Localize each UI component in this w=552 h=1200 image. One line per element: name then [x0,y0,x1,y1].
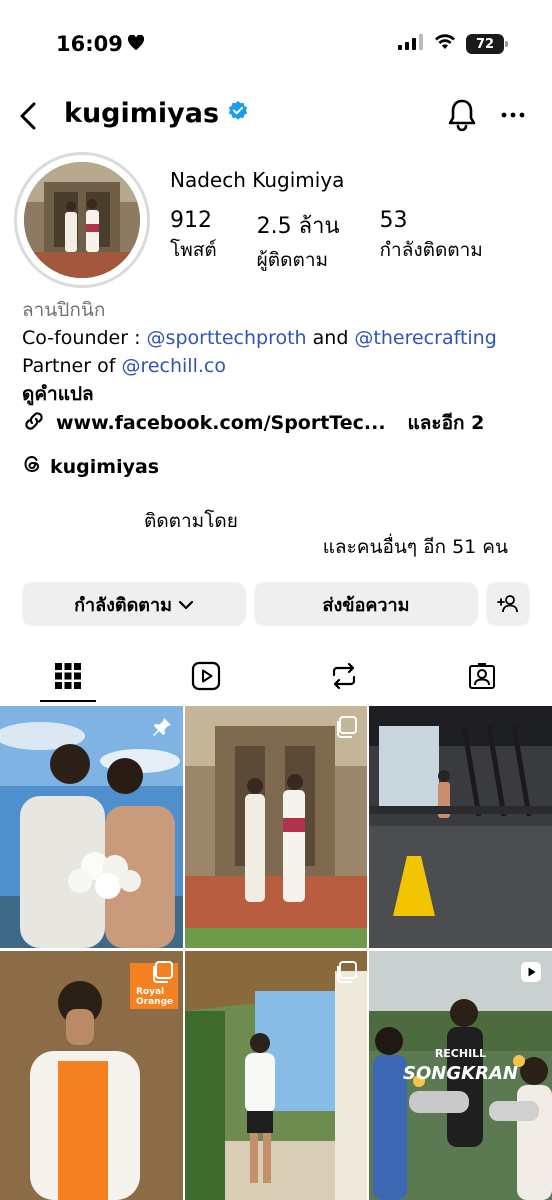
bio-line-partner: Partner of @rechill.co [22,355,226,377]
verified-badge-icon [227,98,249,129]
bio-line-cofounder: Co-founder : @sporttechproth and @therec… [22,327,497,349]
header-username[interactable]: kugimiyas [64,98,249,129]
avatar [24,162,140,278]
grid-post[interactable] [369,706,552,948]
reel-icon [520,961,542,987]
status-bar: 16:09 72 [0,0,552,90]
stat-label: โพสต์ [170,239,217,261]
pin-icon [151,716,173,742]
carousel-icon [335,716,357,742]
signal-icon [398,34,424,54]
post-image [0,706,183,948]
tab-tagged[interactable] [462,656,502,696]
wifi-icon [434,34,456,54]
post-image [185,706,367,948]
suggested-users-button[interactable] [486,582,530,626]
stat-value: 912 [170,208,212,233]
profile-stats: 912 โพสต์ 2.5 ล้าน ผู้ติดตาม 53 กำลังติด… [170,208,523,275]
followed-by-more[interactable]: และคนอื่นๆ อีก 51 คน [323,532,508,562]
chevron-down-icon [178,594,194,615]
stat-value: 2.5 ล้าน [256,214,340,239]
followed-by-label[interactable]: ติดตามโดย [144,506,238,536]
post-image [369,706,552,948]
link-icon [22,409,46,438]
profile-full-name: Nadech Kugimiya [170,168,345,192]
post-overlay-text: Royal Orange [136,987,174,1007]
message-button[interactable]: ส่งข้อความ [254,582,478,626]
chevron-left-icon [20,102,36,130]
tab-posts-grid[interactable] [48,656,88,696]
threads-badge[interactable]: kugimiyas [22,454,159,479]
mention-link[interactable]: @therecrafting [354,327,496,349]
active-tab-indicator [40,700,96,702]
mention-link[interactable]: @sporttechproth [147,327,307,349]
add-user-icon [497,595,518,613]
external-link[interactable]: www.facebook.com/SportTec... [56,412,386,434]
grid-post[interactable] [185,951,367,1200]
see-translation-link[interactable]: ดูคำแปล [22,380,542,408]
heart-icon [127,32,145,56]
stat-value: 53 [379,208,408,233]
profile-tabs [0,648,552,704]
profile-avatar-button[interactable] [14,152,150,288]
stat-label: กำลังติดตาม [379,239,483,261]
reels-icon [191,661,221,691]
battery-icon: 72 [466,34,508,54]
avatar-photo [24,162,140,278]
stat-posts[interactable]: 912 โพสต์ [170,208,217,275]
tab-reposts[interactable] [324,656,364,696]
repost-icon [332,662,356,690]
notifications-button[interactable] [446,98,478,136]
external-link-row[interactable]: www.facebook.com/SportTec... และอีก 2 [22,408,484,438]
status-time: 16:09 [56,32,145,56]
profile-bio: ลานปิกนิก Co-founder : @sporttechproth a… [22,296,542,408]
following-button[interactable]: กำลังติดตาม [22,582,246,626]
grid-post[interactable]: RECHILL SONGKRAN [369,951,552,1200]
bell-icon [448,99,476,132]
mention-link[interactable]: @rechill.co [121,355,226,377]
threads-icon [22,454,42,479]
carousel-icon [151,961,173,987]
more-horizontal-icon [501,112,525,118]
tab-reels[interactable] [186,656,226,696]
back-button[interactable] [14,98,44,134]
grid-post[interactable] [0,706,183,948]
grid-post[interactable]: Royal Orange [0,951,183,1200]
posts-grid: Royal Orange RECHILL SONGKRAN [0,706,552,1200]
stat-followers[interactable]: 2.5 ล้าน ผู้ติดตาม [257,208,340,275]
grid-post[interactable] [185,706,367,948]
more-options-button[interactable] [500,100,526,134]
post-image [185,951,367,1200]
tagged-person-icon [469,663,495,689]
carousel-icon [335,961,357,987]
post-brand-text: RECHILL [434,1047,487,1060]
profile-header: kugimiyas [0,92,552,142]
more-links[interactable]: และอีก 2 [408,408,485,438]
profile-category: ลานปิกนิก [22,299,106,321]
grid-icon [55,663,81,689]
post-overlay-text: SONGKRAN [403,1063,518,1084]
stat-label: ผู้ติดตาม [256,249,329,271]
stat-following[interactable]: 53 กำลังติดตาม [380,208,483,275]
